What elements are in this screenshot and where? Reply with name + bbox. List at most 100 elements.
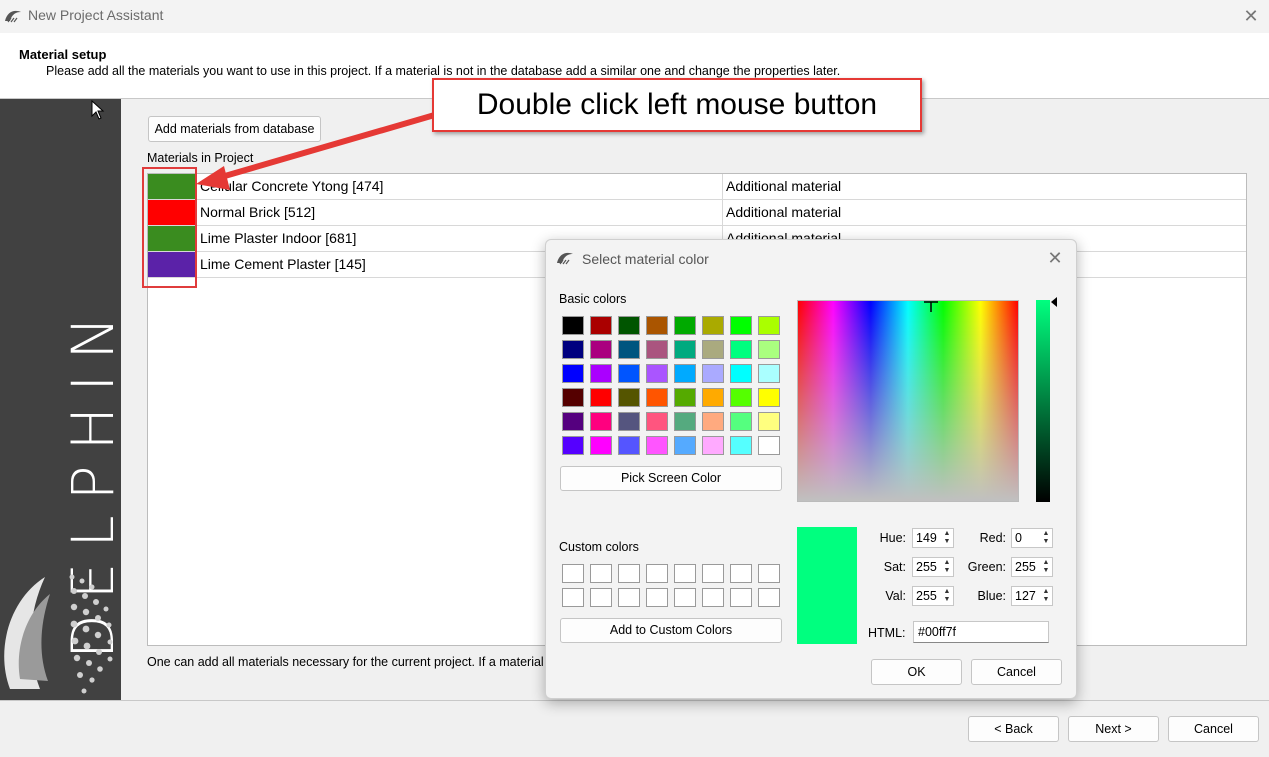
basic-color-cell[interactable] [702,436,724,455]
sat-spinbox[interactable]: 255 ▲ ▼ [912,557,954,577]
spin-arrows-icon[interactable]: ▲ ▼ [1041,588,1051,604]
basic-color-cell[interactable] [590,436,612,455]
spin-arrows-icon[interactable]: ▲ ▼ [942,530,952,546]
basic-color-cell[interactable] [702,412,724,431]
window-close-icon[interactable]: ✕ [1240,5,1262,27]
material-name: Lime Plaster Indoor [681] [200,230,357,246]
basic-color-cell[interactable] [730,364,752,383]
custom-color-cell[interactable] [590,588,612,607]
basic-color-cell[interactable] [618,412,640,431]
basic-color-cell[interactable] [646,364,668,383]
select-color-dialog: Select material color ✕ Basic colors Pic… [545,239,1077,699]
spin-arrows-icon[interactable]: ▲ ▼ [942,559,952,575]
basic-color-cell[interactable] [702,388,724,407]
basic-color-cell[interactable] [618,388,640,407]
basic-color-cell[interactable] [730,340,752,359]
custom-color-cell[interactable] [702,564,724,583]
basic-color-cell[interactable] [562,316,584,335]
cancel-button[interactable]: Cancel [1168,716,1259,742]
basic-color-cell[interactable] [674,340,696,359]
custom-color-cell[interactable] [562,564,584,583]
material-row[interactable]: Normal Brick [512] Additional material [148,200,1246,226]
basic-color-cell[interactable] [562,364,584,383]
custom-color-cell[interactable] [758,588,780,607]
basic-color-cell[interactable] [758,412,780,431]
basic-color-cell[interactable] [562,388,584,407]
basic-color-cell[interactable] [618,340,640,359]
custom-color-cell[interactable] [758,564,780,583]
basic-color-cell[interactable] [590,340,612,359]
custom-color-cell[interactable] [674,588,696,607]
val-spinbox[interactable]: 255 ▲ ▼ [912,586,954,606]
basic-color-cell[interactable] [562,436,584,455]
dialog-close-icon[interactable]: ✕ [1044,248,1066,269]
basic-color-cell[interactable] [702,364,724,383]
mouse-cursor-icon [91,100,105,120]
sat-label: Sat: [883,560,906,574]
custom-color-cell[interactable] [674,564,696,583]
custom-color-cell[interactable] [646,588,668,607]
basic-color-cell[interactable] [590,388,612,407]
hue-spinbox[interactable]: 149 ▲ ▼ [912,528,954,548]
hue-saturation-picker[interactable] [797,300,1019,502]
next-button[interactable]: Next > [1068,716,1159,742]
basic-color-cell[interactable] [674,316,696,335]
basic-color-cell[interactable] [590,412,612,431]
basic-color-cell[interactable] [730,436,752,455]
basic-color-cell[interactable] [674,388,696,407]
instruction-callout: Double click left mouse button [432,78,922,132]
basic-color-cell[interactable] [590,316,612,335]
basic-color-cell[interactable] [646,388,668,407]
blue-spinbox[interactable]: 127 ▲ ▼ [1011,586,1053,606]
basic-color-cell[interactable] [674,412,696,431]
basic-color-cell[interactable] [674,436,696,455]
basic-color-cell[interactable] [730,412,752,431]
basic-color-cell[interactable] [646,436,668,455]
value-slider-arrow-icon[interactable] [1051,297,1057,307]
custom-color-cell[interactable] [618,588,640,607]
current-color-preview [797,527,857,644]
ok-button[interactable]: OK [871,659,962,685]
custom-color-cell[interactable] [646,564,668,583]
custom-color-cell[interactable] [730,564,752,583]
add-materials-button[interactable]: Add materials from database [148,116,321,142]
dialog-cancel-button[interactable]: Cancel [971,659,1062,685]
custom-color-cell[interactable] [590,564,612,583]
add-custom-color-button[interactable]: Add to Custom Colors [560,618,782,643]
back-button[interactable]: < Back [968,716,1059,742]
custom-color-cell[interactable] [562,588,584,607]
material-row[interactable]: Cellular Concrete Ytong [474] Additional… [148,174,1246,200]
spin-arrows-icon[interactable]: ▲ ▼ [1041,530,1051,546]
spin-arrows-icon[interactable]: ▲ ▼ [1041,559,1051,575]
basic-color-cell[interactable] [618,316,640,335]
basic-color-cell[interactable] [730,316,752,335]
basic-color-cell[interactable] [758,340,780,359]
basic-color-cell[interactable] [758,388,780,407]
custom-color-cell[interactable] [730,588,752,607]
basic-color-cell[interactable] [646,412,668,431]
basic-color-cell[interactable] [590,364,612,383]
pick-screen-color-button[interactable]: Pick Screen Color [560,466,782,491]
basic-color-cell[interactable] [618,436,640,455]
basic-color-cell[interactable] [618,364,640,383]
html-hex-input[interactable]: #00ff7f [913,621,1049,643]
custom-color-cell[interactable] [618,564,640,583]
basic-color-cell[interactable] [702,340,724,359]
basic-color-cell[interactable] [758,316,780,335]
basic-color-cell[interactable] [702,316,724,335]
basic-color-cell[interactable] [730,388,752,407]
basic-color-cell[interactable] [562,412,584,431]
red-spinbox[interactable]: 0 ▲ ▼ [1011,528,1053,548]
value-slider[interactable] [1036,300,1050,502]
green-spinbox[interactable]: 255 ▲ ▼ [1011,557,1053,577]
basic-color-cell[interactable] [674,364,696,383]
custom-color-cell[interactable] [702,588,724,607]
basic-color-cell[interactable] [562,340,584,359]
dolphin-logo-icon [4,574,113,694]
spin-arrows-icon[interactable]: ▲ ▼ [942,588,952,604]
basic-color-cell[interactable] [758,364,780,383]
materials-label: Materials in Project [147,151,254,165]
basic-color-cell[interactable] [646,340,668,359]
basic-color-cell[interactable] [646,316,668,335]
basic-color-cell[interactable] [758,436,780,455]
